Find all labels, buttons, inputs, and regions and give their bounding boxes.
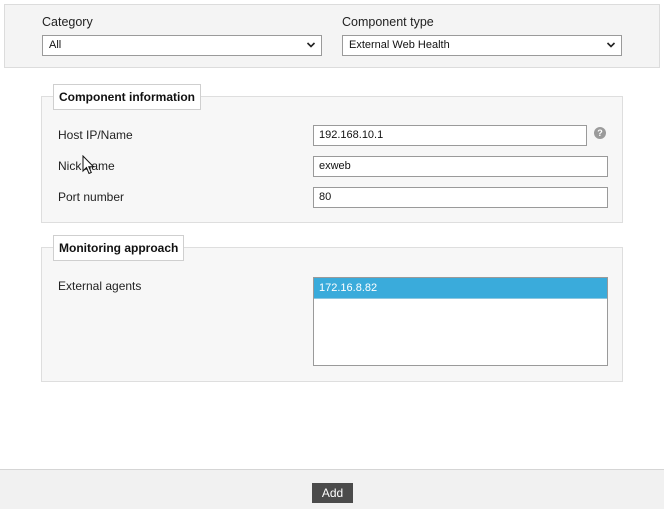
port-number-input[interactable]: 80 — [313, 187, 608, 208]
component-type-select[interactable]: External Web Health — [342, 35, 622, 56]
filter-bar: Category All Component type External Web… — [4, 4, 660, 68]
component-type-group: Component type External Web Health — [342, 15, 622, 56]
category-select[interactable]: All — [42, 35, 322, 56]
category-group: Category All — [42, 15, 322, 56]
external-agents-label: External agents — [58, 279, 142, 293]
chevron-down-icon — [606, 42, 616, 48]
monitoring-approach-legend: Monitoring approach — [53, 235, 185, 261]
mouse-pointer-icon — [82, 155, 95, 175]
chevron-down-icon — [306, 42, 316, 48]
external-agents-list[interactable]: 172.16.8.82 — [313, 277, 608, 366]
help-icon[interactable]: ? — [594, 127, 606, 139]
host-input[interactable]: 192.168.10.1 — [313, 125, 587, 146]
port-number-label: Port number — [58, 190, 125, 204]
nick-name-input[interactable]: exweb — [313, 156, 608, 177]
component-type-value: External Web Health — [349, 39, 450, 51]
component-information-section: Component information Host IP/Name 192.1… — [41, 84, 623, 223]
list-item[interactable]: 172.16.8.82 — [314, 278, 607, 299]
host-label: Host IP/Name — [58, 128, 133, 142]
category-label: Category — [42, 15, 93, 29]
component-type-label: Component type — [342, 15, 434, 29]
monitoring-approach-section: Monitoring approach External agents 172.… — [41, 235, 623, 382]
footer-bar: Add — [0, 469, 664, 509]
component-information-legend: Component information — [53, 84, 201, 110]
category-value: All — [49, 39, 62, 51]
add-button[interactable]: Add — [312, 483, 353, 503]
